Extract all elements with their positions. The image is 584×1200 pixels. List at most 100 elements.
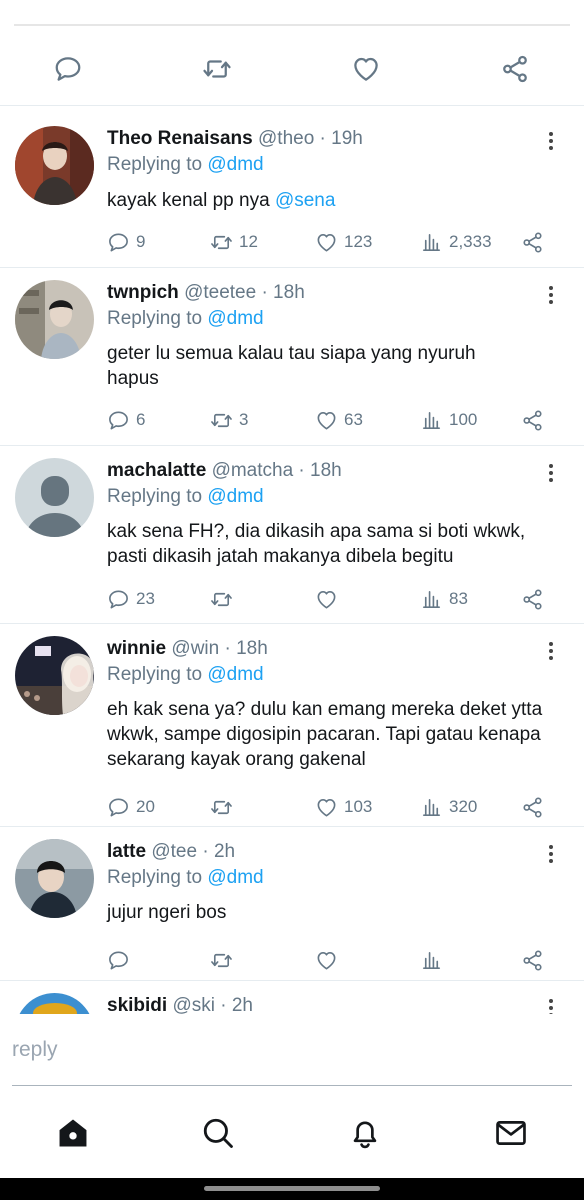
retweet-icon [211, 235, 232, 249]
share-icon [523, 409, 542, 431]
heart-icon [317, 951, 336, 969]
speech-bubble-icon [109, 411, 128, 429]
more-options-button[interactable] [546, 286, 556, 308]
nav-search-button[interactable] [200, 1115, 236, 1151]
like-action[interactable]: 63 [315, 408, 363, 432]
nav-messages-button[interactable] [493, 1115, 529, 1151]
tweet-text: kak sena FH?, dia dikasih apa sama si bo… [107, 521, 526, 567]
replying-to-mention[interactable]: @dmd [207, 486, 263, 507]
heart-icon [317, 233, 336, 251]
views-action[interactable] [420, 948, 449, 972]
retweet-action[interactable]: 12 [210, 230, 258, 254]
tweet-actions: 20 103 320 [107, 795, 557, 819]
replying-to-mention[interactable]: @dmd [207, 154, 263, 175]
reply-tweet[interactable]: winnie @win · 18h Replying to @dmd eh ka… [0, 624, 584, 827]
like-count: 123 [344, 232, 373, 251]
more-options-button[interactable] [546, 464, 556, 486]
views-action[interactable]: 100 [420, 408, 477, 432]
avatar[interactable] [15, 993, 94, 1014]
more-options-button[interactable] [546, 132, 556, 154]
reply-action[interactable]: 9 [107, 230, 145, 254]
more-options-button[interactable] [546, 642, 556, 664]
retweet-action[interactable]: 3 [210, 408, 248, 432]
share-action[interactable] [521, 230, 550, 254]
handle-and-time: @tee · 2h [151, 841, 236, 862]
views-action[interactable]: 2,333 [420, 230, 492, 254]
more-options-button[interactable] [546, 845, 556, 867]
reply-tweet[interactable]: skibidi @ski · 2h [0, 981, 584, 1014]
avatar[interactable] [15, 839, 94, 918]
replying-to: Replying to @dmd [107, 867, 264, 888]
tweet-text: geter lu semua kalau tau siapa yang nyur… [107, 343, 476, 389]
retweet-icon [203, 60, 231, 78]
user-photo-avatar [15, 993, 94, 1014]
like-action[interactable] [315, 948, 344, 972]
replying-to: Replying to @dmd [107, 486, 264, 507]
share-action[interactable] [521, 408, 550, 432]
reply-action[interactable] [107, 948, 136, 972]
default-profile-icon [15, 458, 94, 537]
main-tweet-action-bar [0, 30, 584, 106]
share-action[interactable] [521, 587, 550, 611]
replying-to-mention[interactable]: @dmd [207, 308, 263, 329]
home-gesture-pill[interactable] [204, 1186, 380, 1191]
share-action[interactable] [521, 948, 550, 972]
like-action[interactable]: 103 [315, 795, 372, 819]
avatar[interactable] [15, 126, 94, 205]
avatar[interactable] [15, 280, 94, 359]
user-photo-avatar [15, 280, 94, 359]
default-avatar[interactable] [15, 458, 94, 537]
reply-action[interactable]: 20 [107, 795, 155, 819]
share-button[interactable] [498, 52, 532, 86]
nav-notifications-button[interactable] [347, 1115, 383, 1151]
display-name[interactable]: skibidi [107, 995, 167, 1014]
reply-action[interactable]: 6 [107, 408, 145, 432]
avatar[interactable] [15, 636, 94, 715]
reply-action[interactable]: 23 [107, 587, 155, 611]
retweet-button[interactable] [200, 52, 234, 86]
retweet-action[interactable] [210, 587, 239, 611]
like-action[interactable]: 123 [315, 230, 372, 254]
reply-input[interactable] [12, 1034, 572, 1066]
reply-tweet[interactable]: twnpich @teetee · 18h Replying to @dmd g… [0, 268, 584, 446]
replying-to-mention[interactable]: @dmd [207, 664, 263, 685]
retweet-action[interactable] [210, 795, 239, 819]
display-name[interactable]: winnie [107, 638, 166, 659]
bar-chart-icon [423, 798, 440, 816]
view-count: 320 [449, 797, 478, 816]
retweet-icon [211, 592, 232, 606]
retweet-action[interactable] [210, 948, 239, 972]
tweet-actions: 6 3 63 100 [107, 408, 557, 432]
replying-to-mention[interactable]: @dmd [207, 867, 263, 888]
speech-bubble-icon [109, 590, 128, 608]
nav-home-button[interactable] [55, 1115, 91, 1151]
mention-link[interactable]: @sena [275, 190, 336, 211]
more-options-button[interactable] [546, 999, 556, 1014]
reply-input-underline [12, 1085, 572, 1086]
display-name[interactable]: twnpich [107, 282, 179, 303]
reply-tweet[interactable]: latte @tee · 2h Replying to @dmd jujur n… [0, 827, 584, 981]
share-action[interactable] [521, 795, 550, 819]
views-action[interactable]: 320 [420, 795, 477, 819]
replies-feed: Theo Renaisans @theo · 19h Replying to @… [0, 106, 584, 1014]
display-name[interactable]: machalatte [107, 460, 206, 481]
handle-and-time: @win · 18h [171, 638, 268, 659]
tweet-text: jujur ngeri bos [107, 902, 227, 923]
replying-to: Replying to @dmd [107, 154, 264, 175]
bottom-navigation [0, 1088, 584, 1178]
top-divider [14, 24, 570, 26]
user-photo-avatar [15, 839, 94, 918]
reply-tweet[interactable]: machalatte @matcha · 18h Replying to @dm… [0, 446, 584, 624]
display-name[interactable]: latte [107, 841, 146, 862]
like-action[interactable] [315, 587, 344, 611]
reply-button[interactable] [51, 52, 85, 86]
handle-and-time: @teetee · 18h [184, 282, 305, 303]
handle-and-time: @theo · 19h [258, 128, 363, 149]
views-action[interactable]: 83 [420, 587, 468, 611]
tweet-actions [107, 948, 557, 972]
like-button[interactable] [349, 52, 383, 86]
reply-tweet[interactable]: Theo Renaisans @theo · 19h Replying to @… [0, 106, 584, 268]
display-name[interactable]: Theo Renaisans [107, 128, 253, 149]
like-count: 103 [344, 797, 373, 816]
bar-chart-icon [423, 411, 440, 429]
